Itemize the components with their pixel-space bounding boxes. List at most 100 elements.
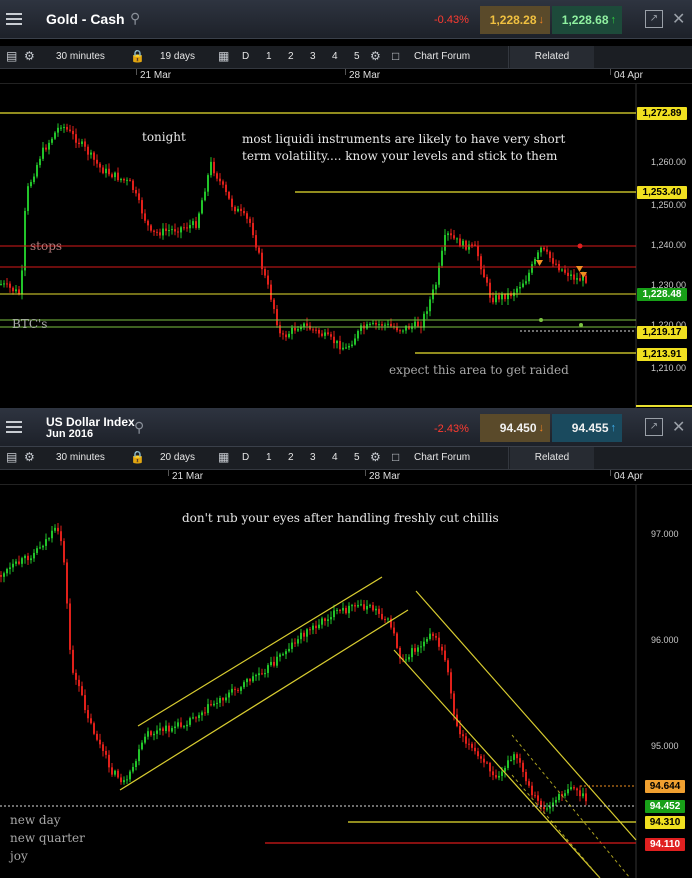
usd-candle <box>264 672 266 675</box>
period-5[interactable]: 5 <box>354 452 360 463</box>
order-marker-icon <box>576 266 583 272</box>
usd-candle <box>348 605 350 614</box>
instrument-title: US Dollar Index <box>46 415 135 429</box>
period-d[interactable]: D <box>242 51 249 62</box>
lock-icon[interactable]: 🔒 <box>130 450 145 464</box>
gold-candle <box>528 272 530 282</box>
chat-bubble-icon[interactable]: □ <box>392 450 399 464</box>
related-tab[interactable]: Related <box>510 46 594 68</box>
range-select[interactable]: 19 days <box>160 51 195 62</box>
gold-candle <box>222 181 224 185</box>
detach-icon[interactable]: ↗ <box>645 418 663 436</box>
gold-candle <box>138 193 140 201</box>
period-d[interactable]: D <box>242 452 249 463</box>
gold-price-chart[interactable]: 1,260.00 1,250.00 1,240.00 1,230.00 1,22… <box>0 84 692 408</box>
usd-candle <box>75 672 77 680</box>
usd-candle <box>381 613 383 620</box>
gold-candle <box>252 222 254 236</box>
usd-titlebar: US Dollar Index Jun 2016 ⚲ -2.43% 94.450… <box>0 408 692 447</box>
buy-price-button[interactable]: 94.455 ↑ <box>552 414 622 442</box>
price-tag: 94.310 <box>645 816 685 829</box>
gold-candle <box>39 158 41 166</box>
gold-candle <box>282 333 284 335</box>
search-icon[interactable]: ⚲ <box>134 419 144 436</box>
date-label: 04 Apr <box>614 70 643 81</box>
ohlc-icon[interactable]: ▤ <box>6 49 17 63</box>
usd-candle <box>237 689 239 691</box>
gold-candle <box>123 178 125 181</box>
buy-price-button[interactable]: 1,228.68 ↑ <box>552 6 622 34</box>
current-price-tag: 1,228.48 <box>637 288 687 301</box>
period-2[interactable]: 2 <box>288 452 294 463</box>
settings-gear-icon[interactable]: ⚙ <box>24 49 35 63</box>
lock-icon[interactable]: 🔒 <box>130 49 145 63</box>
gold-candle <box>177 231 179 233</box>
usd-candle <box>156 730 158 734</box>
period-2[interactable]: 2 <box>288 51 294 62</box>
gold-candle <box>165 228 167 231</box>
close-icon[interactable]: ✕ <box>672 9 685 29</box>
gold-candle <box>99 163 101 168</box>
menu-icon[interactable] <box>6 10 22 28</box>
calendar-icon[interactable]: ▦ <box>218 450 229 464</box>
date-tick <box>365 470 366 476</box>
gold-candle <box>93 152 95 160</box>
usd-candle <box>60 531 62 542</box>
usd-candle <box>366 605 368 610</box>
chat-bubble-icon[interactable]: □ <box>392 49 399 63</box>
ohlc-icon[interactable]: ▤ <box>6 450 17 464</box>
gold-candle <box>180 227 182 233</box>
interval-select[interactable]: 30 minutes <box>56 51 105 62</box>
settings-gear-icon[interactable]: ⚙ <box>370 49 381 63</box>
interval-select[interactable]: 30 minutes <box>56 452 105 463</box>
menu-icon[interactable] <box>6 418 22 436</box>
settings-gear-icon[interactable]: ⚙ <box>24 450 35 464</box>
chart-forum-button[interactable]: Chart Forum <box>414 51 470 62</box>
usd-candle <box>522 762 524 772</box>
gold-candle <box>324 332 326 336</box>
calendar-icon[interactable]: ▦ <box>218 49 229 63</box>
usd-candle <box>582 793 584 797</box>
usd-candle <box>30 558 32 561</box>
period-4[interactable]: 4 <box>332 452 338 463</box>
period-5[interactable]: 5 <box>354 51 360 62</box>
gold-candle <box>357 330 359 339</box>
period-3[interactable]: 3 <box>310 51 316 62</box>
sell-price-button[interactable]: 94.450 ↓ <box>480 414 550 442</box>
gold-candle <box>375 322 377 325</box>
period-3[interactable]: 3 <box>310 452 316 463</box>
period-4[interactable]: 4 <box>332 51 338 62</box>
period-1[interactable]: 1 <box>266 51 272 62</box>
usd-candle <box>120 777 122 783</box>
gold-candle <box>54 132 56 139</box>
price-axis-label: 1,210.00 <box>651 363 687 373</box>
period-1[interactable]: 1 <box>266 452 272 463</box>
settings-gear-icon[interactable]: ⚙ <box>370 450 381 464</box>
chart-forum-button[interactable]: Chart Forum <box>414 452 470 463</box>
search-icon[interactable]: ⚲ <box>130 10 140 27</box>
gold-candle <box>147 220 149 226</box>
gold-candle <box>516 288 518 293</box>
range-select[interactable]: 20 days <box>160 452 195 463</box>
usd-candle <box>255 675 257 677</box>
usd-candle <box>570 787 572 790</box>
usd-candle <box>447 660 449 673</box>
usd-candle <box>108 754 110 768</box>
usd-candle <box>501 771 503 776</box>
usd-candle <box>408 657 410 660</box>
related-tab[interactable]: Related <box>510 447 594 469</box>
price-tag: 1,253.40 <box>637 186 687 199</box>
sell-price-button[interactable]: 1,228.28 ↓ <box>480 6 550 34</box>
btc-marker-icon <box>539 318 543 322</box>
usd-candle <box>555 799 557 803</box>
usd-candle <box>186 724 188 727</box>
gold-candle <box>249 218 251 223</box>
detach-icon[interactable]: ↗ <box>645 10 663 28</box>
usd-candle <box>303 632 305 637</box>
usd-candle <box>543 806 545 810</box>
gold-candle <box>24 210 26 271</box>
gold-candle <box>348 346 350 348</box>
usd-price-chart[interactable]: 97.000 96.000 95.000 94.644 94.452 94.31… <box>0 485 692 878</box>
close-icon[interactable]: ✕ <box>672 417 685 437</box>
usd-candle <box>438 637 440 647</box>
